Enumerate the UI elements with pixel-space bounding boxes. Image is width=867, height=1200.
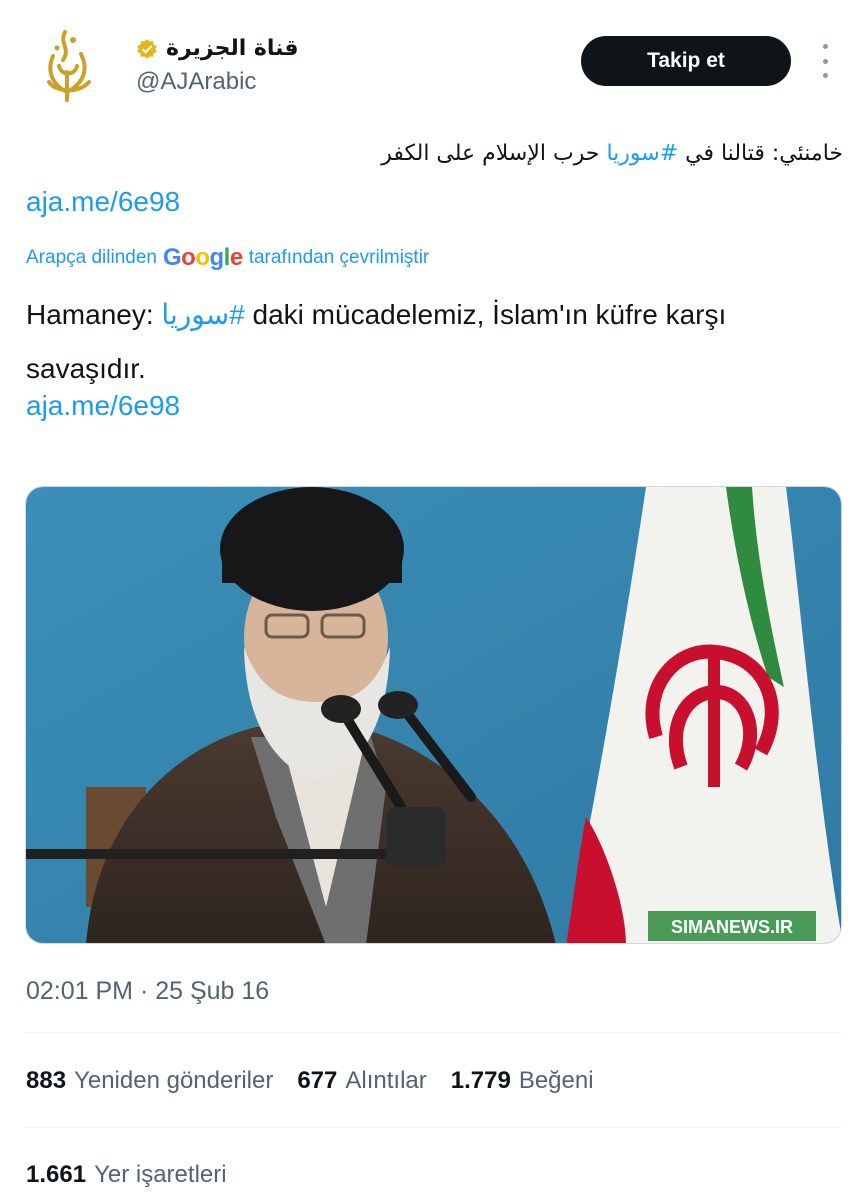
avatar[interactable] [28,22,108,110]
bookmark-stats: 1.661 Yer işaretleri [26,1161,227,1189]
divider [26,1032,841,1033]
translation-prefix: Arapça dilinden [26,247,157,268]
google-logo-icon: Google [162,244,243,271]
tweet-original-text: خامنئي: قتالنا في #سوريا حرب الإسلام على… [23,136,843,172]
media-watermark: SIMANEWS.IR [671,917,793,937]
account-handle[interactable]: @AJArabic [136,68,256,96]
bookmarks-stat[interactable]: 1.661 Yer işaretleri [26,1161,227,1189]
likes-label: Beğeni [518,1067,594,1094]
tweet-translated-text: Hamaney: #سوريا daki mücadelemiz, İslam'… [26,288,846,396]
likes-stat[interactable]: 1.779 Beğeni [451,1067,594,1095]
tweet-media-image[interactable]: SIMANEWS.IR [25,486,842,944]
media-photo: SIMANEWS.IR [26,487,841,943]
retweets-stat[interactable]: 883 Yeniden gönderiler [26,1067,273,1095]
translated-text-start: Hamaney: [26,299,162,330]
tweet-link-translated[interactable]: aja.me/6e98 [26,390,180,422]
quotes-stat[interactable]: 677 Alıntılar [297,1067,426,1095]
translated-hashtag-link[interactable]: #سوريا [161,299,244,330]
tweet-header: قناة الجزيرة @AJArabic Takip et [0,0,867,130]
bookmarks-count: 1.661 [26,1161,87,1188]
tweet-timestamp[interactable]: 02:01 PM · 25 Şub 16 [26,977,269,1006]
engagement-stats: 883 Yeniden gönderiler 677 Alıntılar 1.7… [26,1067,594,1095]
al-jazeera-logo-icon [47,30,91,102]
bookmarks-label: Yer işaretleri [94,1161,227,1188]
translation-notice[interactable]: Arapça dilinden Google tarafından çevril… [26,244,429,272]
quotes-label: Alıntılar [345,1067,427,1094]
likes-count: 1.779 [450,1067,511,1094]
display-name[interactable]: قناة الجزيرة [166,36,299,61]
tweet-link[interactable]: aja.me/6e98 [26,186,180,218]
verified-badge-icon [137,38,157,59]
hashtag-link[interactable]: #سوريا [606,141,678,166]
divider [26,1127,841,1128]
quotes-count: 677 [297,1067,338,1094]
retweets-label: Yeniden gönderiler [74,1067,274,1094]
translation-suffix: tarafından çevrilmiştir [248,247,430,268]
retweets-count: 883 [26,1067,67,1094]
original-text-end: حرب الإسلام على الكفر [381,141,607,166]
original-text-start: خامنئي: قتالنا في [678,141,843,166]
more-options-icon[interactable] [814,44,836,78]
account-name-row[interactable]: قناة الجزيرة [136,36,299,61]
follow-button[interactable]: Takip et [581,36,791,86]
